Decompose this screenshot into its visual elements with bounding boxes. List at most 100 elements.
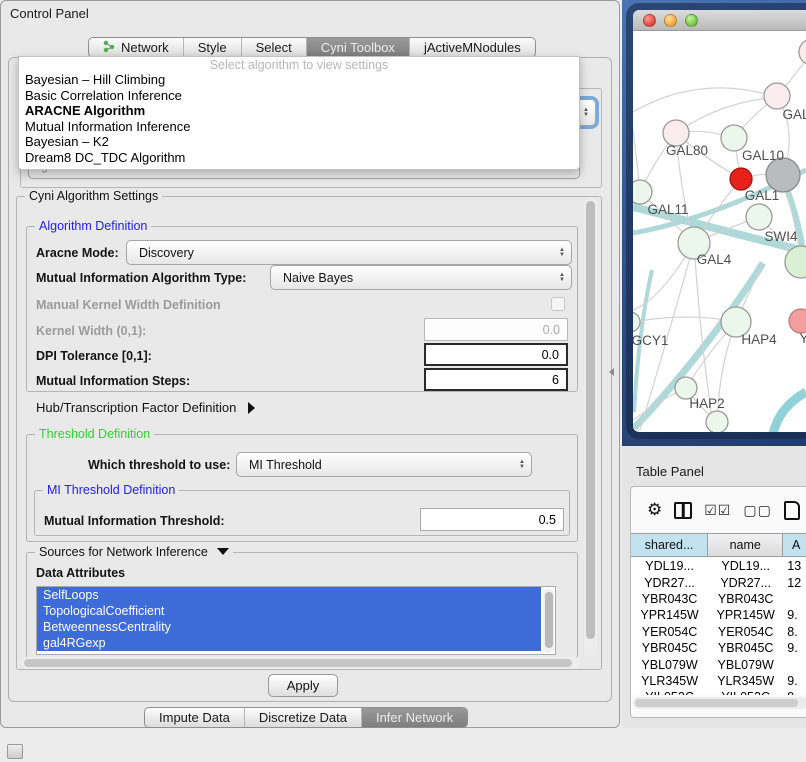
- tab-style[interactable]: Style: [184, 38, 242, 57]
- node-label: GAL4: [697, 252, 732, 267]
- checked-columns-icon[interactable]: ☑☑: [704, 502, 731, 519]
- zoom-traffic-light-icon[interactable]: [685, 14, 698, 27]
- tab-network[interactable]: Network: [89, 38, 184, 57]
- combo-stepper-icon: ▲▼: [519, 460, 525, 470]
- tab-jactivemnodules-label: jActiveMNodules: [424, 40, 521, 55]
- cell: 8.: [783, 624, 806, 640]
- dropdown-item[interactable]: Dream8 DC_TDC Algorithm: [19, 150, 579, 166]
- column-header-shared[interactable]: shared...: [631, 534, 708, 556]
- attribute-list-scrollbar[interactable]: [543, 589, 554, 653]
- table-row[interactable]: YIL052CYIL052C9.: [631, 689, 806, 695]
- network-canvas[interactable]: GAL80 GAL10 GAL1 GAL11 GAL4 SWI4 GCY1 HA…: [633, 31, 806, 432]
- dropdown-item[interactable]: Bayesian – Hill Climbing: [19, 72, 579, 88]
- cell: YBR045C: [708, 640, 783, 656]
- dropdown-item[interactable]: Basic Correlation Inference: [19, 88, 579, 104]
- cell: YER054C: [631, 624, 708, 640]
- table-horizontal-scrollbar[interactable]: [633, 697, 806, 709]
- tab-select[interactable]: Select: [242, 38, 307, 57]
- tab-infer-network-label: Infer Network: [376, 710, 453, 725]
- kernel-width-value: 0.0: [543, 323, 560, 337]
- attribute-item[interactable]: TopologicalCoefficient: [37, 603, 541, 619]
- unchecked-columns-icon[interactable]: ▢▢: [743, 502, 771, 519]
- dropdown-item[interactable]: Bayesian – K2: [19, 134, 579, 150]
- cell: 9.: [783, 640, 806, 656]
- document-icon[interactable]: [784, 501, 800, 520]
- table-row[interactable]: YDR27...YDR27...12: [631, 574, 806, 590]
- cell: YBL079W: [708, 656, 783, 672]
- settings-vertical-scrollbar[interactable]: [584, 198, 597, 656]
- table-row[interactable]: YBL079WYBL079W: [631, 656, 806, 672]
- node-gcy1[interactable]: [633, 312, 640, 332]
- columns-icon[interactable]: [674, 502, 692, 519]
- tab-select-label: Select: [256, 40, 292, 55]
- network-view-window: GAL80 GAL10 GAL1 GAL11 GAL4 SWI4 GCY1 HA…: [633, 10, 806, 432]
- node-gal11[interactable]: [633, 180, 652, 204]
- table-row[interactable]: YBR045CYBR045C9.: [631, 640, 806, 656]
- tab-cyni-toolbox[interactable]: Cyni Toolbox: [307, 38, 410, 57]
- attribute-item[interactable]: SelfLoops: [37, 587, 541, 603]
- node-partial-bottom[interactable]: [706, 411, 728, 432]
- mi-threshold-field[interactable]: 0.5: [420, 508, 564, 531]
- split-pane-collapse-icon[interactable]: [609, 368, 614, 376]
- node-label: SWI4: [764, 229, 797, 244]
- data-attributes-label: Data Attributes: [36, 566, 125, 580]
- sources-group-title[interactable]: Sources for Network Inference: [35, 545, 233, 559]
- column-header-name[interactable]: name: [708, 534, 783, 556]
- tab-infer-network[interactable]: Infer Network: [362, 708, 467, 727]
- column-header-partial[interactable]: A: [783, 534, 806, 556]
- node-partial-topright[interactable]: [799, 39, 806, 65]
- column-header-label: A: [792, 538, 800, 552]
- node-salmon[interactable]: [789, 309, 806, 333]
- cell: 12: [783, 574, 806, 590]
- tab-jactivemnodules[interactable]: jActiveMNodules: [410, 38, 535, 57]
- attribute-list-scroll-thumb[interactable]: [545, 592, 553, 648]
- node-gray[interactable]: [766, 158, 800, 192]
- node-gal1[interactable]: [730, 168, 752, 190]
- combo-stepper-icon: ▲▼: [559, 273, 565, 283]
- settings-horizontal-scrollbar[interactable]: [22, 657, 580, 669]
- attribute-item[interactable]: gal4RGexp: [37, 635, 541, 651]
- which-threshold-label: Which threshold to use:: [88, 458, 230, 472]
- close-traffic-light-icon[interactable]: [643, 14, 656, 27]
- manual-kernel-checkbox[interactable]: [551, 297, 565, 311]
- minimize-traffic-light-icon[interactable]: [664, 14, 677, 27]
- dropdown-item[interactable]: Mutual Information Inference: [19, 119, 579, 135]
- table-row[interactable]: YDL19...YDL19...13: [631, 558, 806, 574]
- gear-icon[interactable]: ⚙: [647, 500, 662, 520]
- which-threshold-combobox[interactable]: MI Threshold ▲▼: [236, 452, 532, 477]
- settings-horizontal-thumb[interactable]: [24, 659, 572, 667]
- dpi-tolerance-field[interactable]: 0.0: [424, 343, 568, 366]
- cell: YIL052C: [708, 689, 783, 695]
- attribute-item[interactable]: BetweennessCentrality: [37, 619, 541, 635]
- settings-vertical-thumb[interactable]: [586, 201, 595, 639]
- tab-impute-data[interactable]: Impute Data: [145, 708, 245, 727]
- table-horizontal-thumb[interactable]: [635, 699, 798, 707]
- cell: 9.: [783, 689, 806, 695]
- data-attributes-list[interactable]: SelfLoops TopologicalCoefficient Between…: [36, 586, 556, 655]
- mi-steps-field[interactable]: 6: [424, 368, 568, 391]
- tab-discretize-data[interactable]: Discretize Data: [245, 708, 362, 727]
- mi-threshold-definition-title: MI Threshold Definition: [43, 483, 179, 497]
- hub-definition-toggle[interactable]: Hub/Transcription Factor Definition: [36, 400, 255, 415]
- node-gal7[interactable]: [764, 83, 790, 109]
- mi-type-combobox[interactable]: Naive Bayes ▲▼: [270, 265, 572, 290]
- node-label: HAP2: [689, 396, 724, 411]
- table-row[interactable]: YBR043CYBR043C: [631, 591, 806, 607]
- table-row[interactable]: YER054CYER054C8.: [631, 624, 806, 640]
- kernel-width-field[interactable]: 0.0: [424, 318, 568, 341]
- collapsed-panel-icon[interactable]: [7, 744, 23, 759]
- hub-definition-label: Hub/Transcription Factor Definition: [36, 400, 236, 415]
- aracne-mode-combobox[interactable]: Discovery ▲▼: [126, 240, 572, 265]
- dropdown-item-selected[interactable]: ARACNE Algorithm: [19, 103, 579, 119]
- cell: YBR045C: [631, 640, 708, 656]
- which-threshold-value: MI Threshold: [249, 458, 322, 472]
- apply-button[interactable]: Apply: [268, 674, 338, 697]
- control-panel-tabs: Network Style Select Cyni Toolbox jActiv…: [88, 37, 536, 58]
- node-swi4[interactable]: [746, 204, 772, 230]
- table-row[interactable]: YLR345WYLR345W9.: [631, 673, 806, 689]
- cell: YLR345W: [708, 673, 783, 689]
- cell: YDL19...: [708, 558, 783, 574]
- network-tab-icon: [103, 40, 116, 56]
- table-row[interactable]: YPR145WYPR145W9.: [631, 607, 806, 623]
- cell: 9.: [783, 607, 806, 623]
